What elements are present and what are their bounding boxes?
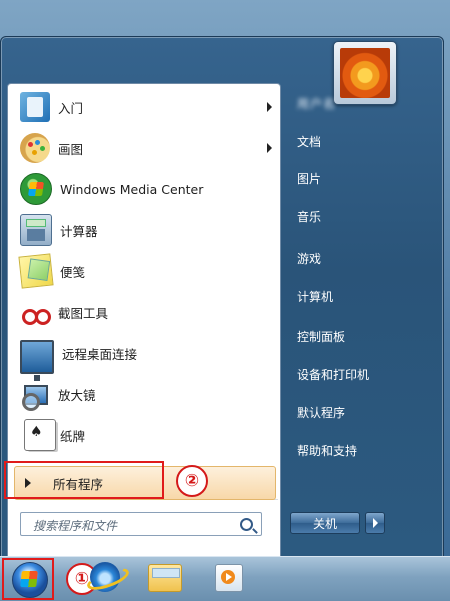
submenu-arrow-icon[interactable] (267, 143, 272, 153)
sticky-notes-icon (18, 253, 54, 289)
program-item-windows-media-center[interactable]: Windows Media Center (16, 170, 278, 208)
right-item-pictures[interactable]: 图片 (293, 168, 437, 190)
program-label: 截图工具 (58, 305, 109, 321)
submenu-arrow-icon[interactable] (267, 102, 272, 112)
flower-picture-icon (340, 48, 390, 98)
search-icon[interactable] (240, 518, 253, 531)
windows-explorer-icon[interactable] (148, 564, 182, 592)
right-item-music[interactable]: 音乐 (293, 206, 437, 228)
right-item-control-panel[interactable]: 控制面板 (293, 326, 437, 348)
program-item-sticky-notes[interactable]: 便笺 (16, 252, 278, 290)
calculator-icon (20, 214, 52, 246)
search-placeholder: 搜索程序和文件 (33, 519, 118, 533)
search-input[interactable]: 搜索程序和文件 (20, 512, 262, 536)
program-item-solitaire[interactable]: 纸牌 (16, 416, 278, 454)
all-programs-button[interactable]: 所有程序 (14, 466, 276, 500)
magnifier-icon (20, 379, 50, 411)
snipping-tool-icon (20, 297, 51, 327)
program-item-remote-desktop[interactable]: 远程桌面连接 (16, 334, 278, 381)
program-label: 远程桌面连接 (62, 346, 138, 362)
user-name-link[interactable]: 用户名 (293, 93, 437, 115)
program-label: 便笺 (60, 264, 86, 280)
remote-desktop-icon (20, 340, 54, 381)
expand-arrow-icon (25, 478, 31, 488)
step-marker-2: ② (176, 465, 208, 497)
all-programs-label: 所有程序 (53, 476, 104, 492)
getting-started-icon (20, 92, 50, 122)
paint-icon (20, 133, 50, 163)
right-item-help-support[interactable]: 帮助和支持 (293, 440, 437, 462)
program-item-snipping-tool[interactable]: 截图工具 (16, 293, 278, 331)
program-label: 入门 (58, 100, 84, 116)
program-label: 放大镜 (58, 387, 96, 403)
program-label: Windows Media Center (60, 181, 204, 197)
program-item-getting-started[interactable]: 入门 (16, 88, 278, 126)
media-player-icon[interactable] (215, 564, 243, 592)
program-label: 计算器 (60, 223, 98, 239)
program-label: 纸牌 (60, 428, 86, 444)
shutdown-options-arrow-icon[interactable] (365, 512, 385, 534)
program-label: 画图 (58, 141, 84, 157)
right-item-documents[interactable]: 文档 (293, 131, 437, 153)
right-item-default-programs[interactable]: 默认程序 (293, 402, 437, 424)
program-item-paint[interactable]: 画图 (16, 129, 278, 167)
right-item-devices-printers[interactable]: 设备和打印机 (293, 364, 437, 386)
program-item-magnifier[interactable]: 放大镜 (16, 375, 278, 413)
program-item-calculator[interactable]: 计算器 (16, 211, 278, 249)
internet-explorer-icon[interactable] (90, 562, 120, 592)
right-item-games[interactable]: 游戏 (293, 248, 437, 270)
windows-media-center-icon (20, 173, 52, 205)
start-button-highlight (2, 558, 54, 600)
right-item-computer[interactable]: 计算机 (293, 286, 437, 308)
shutdown-button[interactable]: 关机 (290, 512, 360, 534)
solitaire-icon (24, 419, 56, 451)
